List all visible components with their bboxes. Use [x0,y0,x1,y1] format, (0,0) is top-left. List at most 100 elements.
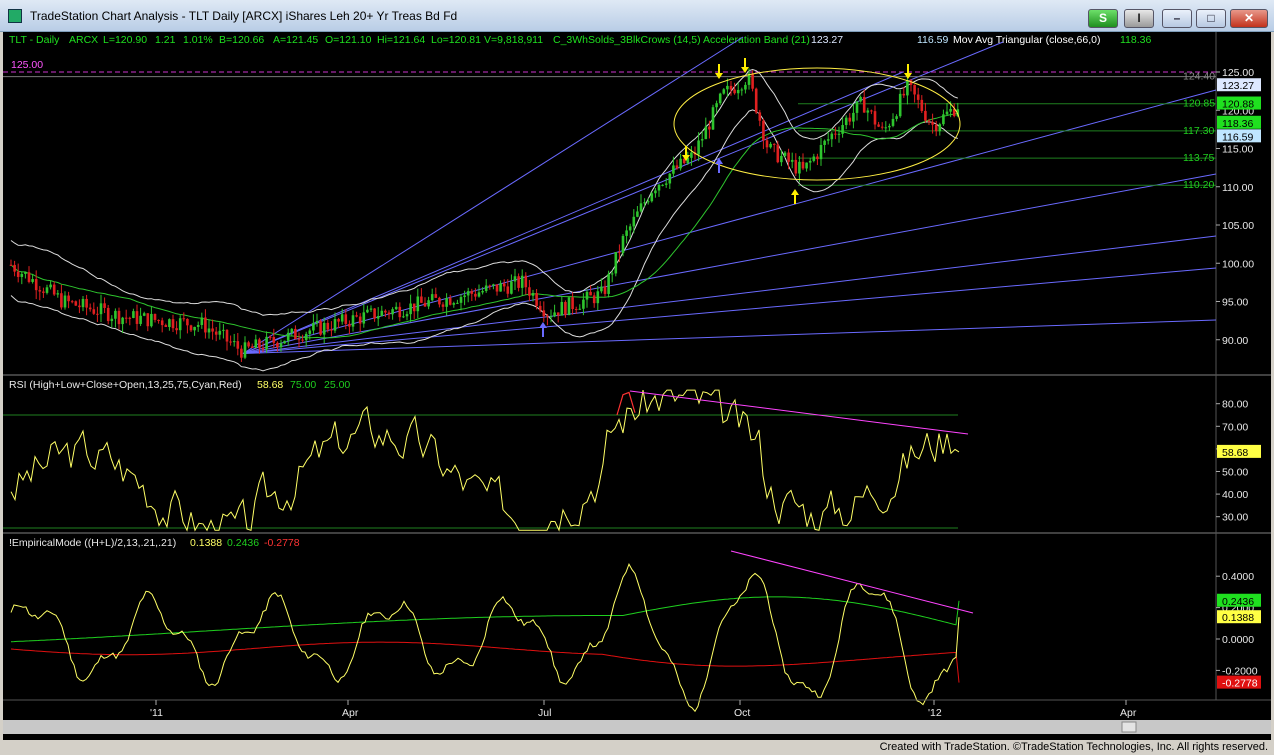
horizontal-scrollbar[interactable] [3,720,1271,734]
price-bar[interactable] [67,291,70,309]
price-bar[interactable] [423,297,427,308]
price-bar[interactable] [96,306,99,323]
emd-main-line[interactable] [10,563,960,713]
price-bar[interactable] [636,205,639,218]
emd-lower-line[interactable] [10,641,960,683]
price-bar[interactable] [841,117,844,138]
price-bar[interactable] [31,274,34,284]
price-bar[interactable] [196,321,200,332]
acceleration-band-upper[interactable] [10,68,958,316]
price-bar[interactable] [672,156,675,178]
price-bar[interactable] [9,259,13,267]
price-bar[interactable] [240,345,243,362]
price-bar[interactable] [232,333,236,347]
price-bar[interactable] [218,322,222,340]
price-bar[interactable] [614,251,618,277]
price-bar[interactable] [438,296,441,308]
price-bar[interactable] [661,184,664,187]
price-bar[interactable] [762,118,765,149]
price-bar[interactable] [193,326,196,336]
price-bar[interactable] [16,263,20,283]
price-bar[interactable] [222,324,225,339]
price-bar[interactable] [402,310,405,319]
price-bar[interactable] [348,320,351,335]
price-bar[interactable] [153,313,157,323]
price-bar[interactable] [211,319,214,340]
price-bar[interactable] [294,325,297,340]
price-bar[interactable] [542,301,546,322]
price-bar[interactable] [81,295,85,312]
price-bar[interactable] [63,291,67,310]
price-bar[interactable] [441,302,445,312]
price-bar[interactable] [517,273,520,292]
price-bar[interactable] [722,88,726,95]
price-bar[interactable] [351,310,355,332]
price-bar[interactable] [866,107,870,122]
price-bar[interactable] [171,314,175,332]
price-bar[interactable] [823,139,826,153]
price-axis[interactable]: 125.00120.00115.00110.00105.00100.0095.0… [1216,67,1261,347]
price-bar[interactable] [585,289,589,308]
price-bar[interactable] [668,173,672,190]
rsi-divergence-trendline[interactable] [629,390,969,435]
price-bar[interactable] [477,284,481,298]
price-bar[interactable] [639,194,643,213]
price-bar[interactable] [254,334,258,349]
price-bar[interactable] [711,104,715,131]
price-bar[interactable] [106,304,110,325]
price-bar[interactable] [679,153,682,171]
price-bar[interactable] [38,286,42,301]
price-bar[interactable] [204,309,207,339]
price-bar[interactable] [416,288,420,319]
price-bar[interactable] [20,271,24,285]
price-bar[interactable] [427,296,430,310]
price-bar[interactable] [571,292,574,315]
price-bar[interactable] [862,89,866,113]
price-bar[interactable] [315,313,319,327]
chart-canvas[interactable]: TLT - Daily ARCX L=120.90 1.21 1.01% B=1… [3,32,1271,740]
price-bar[interactable] [85,294,88,316]
price-bar[interactable] [117,307,121,330]
price-bar[interactable] [139,307,142,327]
price-bar[interactable] [186,318,189,334]
triangular-ma-line[interactable] [10,112,958,339]
price-bar[interactable] [510,274,513,295]
close-button[interactable]: ✕ [1230,9,1268,28]
price-bar[interactable] [621,234,625,257]
price-bar[interactable] [394,302,398,311]
fan-line[interactable] [242,173,1217,355]
price-bar[interactable] [189,324,193,333]
price-bar[interactable] [546,313,549,326]
price-bar[interactable] [945,103,949,116]
price-bar[interactable] [304,331,308,347]
price-bar[interactable] [852,104,855,129]
price-bar[interactable] [312,314,315,335]
price-bar[interactable] [247,340,250,349]
price-bar[interactable] [704,117,708,140]
price-bar[interactable] [801,153,805,171]
price-bar[interactable] [337,317,340,329]
price-bar[interactable] [859,95,862,103]
price-bar[interactable] [607,270,610,298]
price-bar[interactable] [733,82,736,95]
price-bar[interactable] [855,101,859,121]
price-bar[interactable] [132,308,135,319]
price-bar[interactable] [578,304,582,310]
price-bar[interactable] [290,327,294,337]
price-bar[interactable] [873,105,877,130]
price-bar[interactable] [805,162,808,172]
price-bar[interactable] [434,287,438,298]
minimize-button[interactable]: – [1162,9,1192,28]
price-bar[interactable] [603,280,607,297]
price-bar[interactable] [700,131,704,148]
price-bar[interactable] [898,89,902,118]
fan-line[interactable] [242,319,1217,355]
price-bar[interactable] [819,137,823,166]
price-bar[interactable] [391,307,394,320]
time-axis[interactable]: '11 Apr Jul Oct '12 Apr [150,700,1137,719]
price-bar[interactable] [888,123,891,131]
price-bar[interactable] [236,333,240,356]
price-bar[interactable] [794,153,798,177]
price-bar[interactable] [776,140,780,164]
price-bar[interactable] [160,317,164,333]
